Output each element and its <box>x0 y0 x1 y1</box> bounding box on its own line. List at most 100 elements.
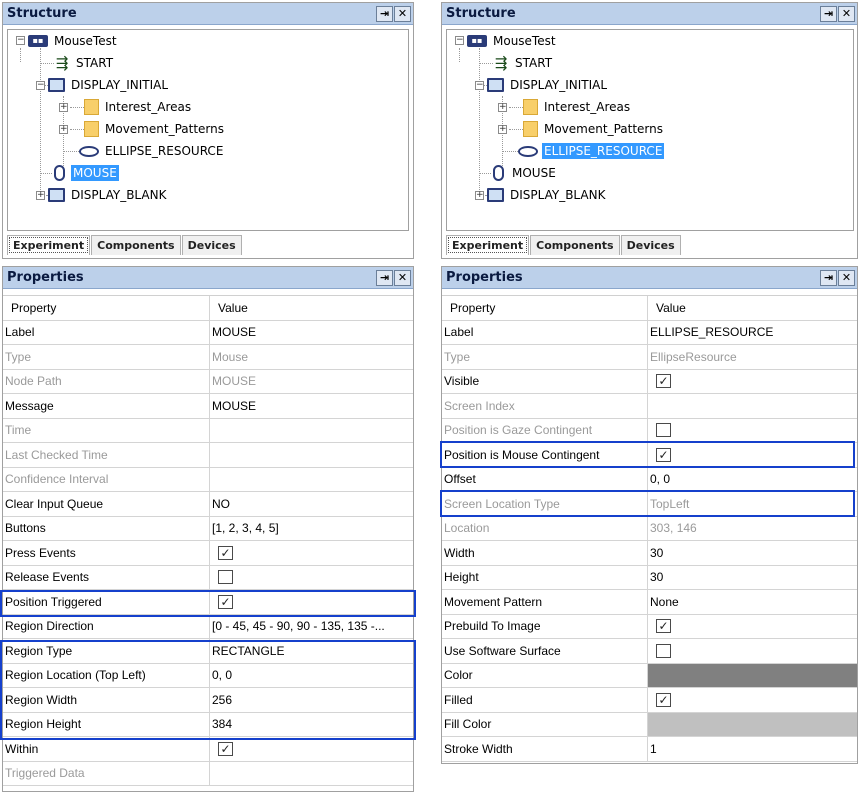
tree-node-display-initial[interactable]: DISPLAY_INITIAL <box>487 75 609 95</box>
property-row-type[interactable]: Type Mouse <box>3 345 413 370</box>
property-value[interactable]: 30 <box>648 566 857 590</box>
close-icon[interactable]: ✕ <box>394 5 411 22</box>
collapse-toggle[interactable]: − <box>455 36 464 45</box>
property-value-color-swatch[interactable] <box>648 712 857 736</box>
property-row-prebuild-to-image[interactable]: Prebuild To Image ✓ <box>442 614 857 639</box>
property-row-region-direction[interactable]: Region Direction [0 - 45, 45 - 90, 90 - 1… <box>3 614 413 639</box>
property-value-color-swatch[interactable] <box>648 663 857 687</box>
tree-node-movement-patterns[interactable]: Movement_Patterns <box>523 119 665 139</box>
expand-toggle[interactable]: + <box>59 125 68 134</box>
property-value[interactable]: 384 <box>210 713 413 737</box>
property-row-height[interactable]: Height 30 <box>442 565 857 590</box>
property-row-width[interactable]: Width 30 <box>442 541 857 566</box>
property-row-triggered-data[interactable]: Triggered Data <box>3 761 413 786</box>
property-row-label[interactable]: Label ELLIPSE_RESOURCE <box>442 320 857 345</box>
property-value[interactable] <box>210 468 413 492</box>
property-row-message[interactable]: Message MOUSE <box>3 394 413 419</box>
tree-node-display-blank[interactable]: DISPLAY_BLANK <box>487 185 607 205</box>
property-value[interactable]: ELLIPSE_RESOURCE <box>648 321 857 345</box>
property-value[interactable]: 0, 0 <box>648 468 857 492</box>
property-value[interactable] <box>210 443 413 467</box>
property-value[interactable]: [0 - 45, 45 - 90, 90 - 135, 135 -... <box>210 615 413 639</box>
tree-node-mousetest[interactable]: ▪▪ MouseTest <box>28 31 119 51</box>
checkbox-checked-icon[interactable]: ✓ <box>656 619 671 634</box>
pin-icon[interactable]: ⇥ <box>820 269 837 286</box>
property-value-checkbox[interactable]: ✓ <box>648 615 857 639</box>
property-value[interactable] <box>210 762 413 786</box>
property-row-node-path[interactable]: Node Path MOUSE <box>3 369 413 394</box>
property-row-filled[interactable]: Filled ✓ <box>442 688 857 713</box>
tree-node-mousetest[interactable]: ▪▪ MouseTest <box>467 31 558 51</box>
property-row-release-events[interactable]: Release Events <box>3 565 413 590</box>
tab-experiment[interactable]: Experiment <box>7 235 91 255</box>
checkbox-checked-icon[interactable]: ✓ <box>218 594 233 609</box>
checkbox-unchecked-icon[interactable] <box>656 643 671 658</box>
property-value[interactable]: 0, 0 <box>210 664 413 688</box>
property-value[interactable]: MOUSE <box>210 394 413 418</box>
checkbox-checked-icon[interactable]: ✓ <box>218 545 233 560</box>
property-row-location[interactable]: Location 303, 146 <box>442 516 857 541</box>
checkbox-checked-icon[interactable]: ✓ <box>218 741 233 756</box>
tree-node-movement-patterns[interactable]: Movement_Patterns <box>84 119 226 139</box>
property-row-color[interactable]: Color <box>442 663 857 688</box>
property-value-checkbox[interactable] <box>210 566 413 590</box>
property-value[interactable]: 30 <box>648 541 857 565</box>
close-icon[interactable]: ✕ <box>394 269 411 286</box>
property-row-position-is-mouse-contingent[interactable]: Position is Mouse Contingent ✓ <box>442 443 857 468</box>
property-row-region-location-top-left[interactable]: Region Location (Top Left) 0, 0 <box>3 663 413 688</box>
property-value[interactable] <box>648 394 857 418</box>
tree-node-interest-areas[interactable]: Interest_Areas <box>523 97 632 117</box>
property-value-checkbox[interactable]: ✓ <box>210 590 413 614</box>
checkbox-checked-icon[interactable]: ✓ <box>656 692 671 707</box>
expand-toggle[interactable]: + <box>498 125 507 134</box>
property-value[interactable]: None <box>648 590 857 614</box>
expand-toggle[interactable]: + <box>59 103 68 112</box>
property-value-checkbox[interactable]: ✓ <box>210 541 413 565</box>
color-swatch[interactable] <box>648 663 857 687</box>
property-value-checkbox[interactable]: ✓ <box>648 370 857 394</box>
tab-components[interactable]: Components <box>530 235 620 255</box>
close-icon[interactable]: ✕ <box>838 5 855 22</box>
property-row-time[interactable]: Time <box>3 418 413 443</box>
property-row-within[interactable]: Within ✓ <box>3 737 413 762</box>
checkbox-checked-icon[interactable]: ✓ <box>656 447 671 462</box>
tab-devices[interactable]: Devices <box>181 235 242 255</box>
property-value-checkbox[interactable]: ✓ <box>648 443 857 467</box>
collapse-toggle[interactable]: − <box>475 81 484 90</box>
expand-toggle[interactable]: + <box>36 191 45 200</box>
tab-devices[interactable]: Devices <box>620 235 681 255</box>
pin-icon[interactable]: ⇥ <box>820 5 837 22</box>
property-row-screen-index[interactable]: Screen Index <box>442 394 857 419</box>
tab-components[interactable]: Components <box>91 235 181 255</box>
tree-node-start[interactable]: ⇶ START <box>54 53 115 73</box>
property-row-position-is-gaze-contingent[interactable]: Position is Gaze Contingent <box>442 418 857 443</box>
property-value[interactable]: TopLeft <box>648 492 857 516</box>
expand-toggle[interactable]: + <box>498 103 507 112</box>
property-value-checkbox[interactable] <box>648 419 857 443</box>
tree-node-interest-areas[interactable]: Interest_Areas <box>84 97 193 117</box>
property-row-buttons[interactable]: Buttons [1, 2, 3, 4, 5] <box>3 516 413 541</box>
property-value[interactable]: EllipseResource <box>648 345 857 369</box>
property-row-screen-location-type[interactable]: Screen Location Type TopLeft <box>442 492 857 517</box>
property-row-visible[interactable]: Visible ✓ <box>442 369 857 394</box>
tree-node-ellipse-resource[interactable]: ELLIPSE_RESOURCE <box>518 141 665 161</box>
property-row-press-events[interactable]: Press Events ✓ <box>3 541 413 566</box>
property-value-checkbox[interactable] <box>648 639 857 663</box>
pin-icon[interactable]: ⇥ <box>376 5 393 22</box>
property-row-clear-input-queue[interactable]: Clear Input Queue NO <box>3 492 413 517</box>
property-row-confidence-interval[interactable]: Confidence Interval <box>3 467 413 492</box>
property-row-offset[interactable]: Offset 0, 0 <box>442 467 857 492</box>
property-row-fill-color[interactable]: Fill Color <box>442 712 857 737</box>
property-value-checkbox[interactable]: ✓ <box>648 688 857 712</box>
property-value[interactable]: Mouse <box>210 345 413 369</box>
tree-node-mouse[interactable]: MOUSE <box>52 163 119 183</box>
tree-node-mouse[interactable]: MOUSE <box>491 163 558 183</box>
close-icon[interactable]: ✕ <box>838 269 855 286</box>
collapse-toggle[interactable]: − <box>16 36 25 45</box>
property-value[interactable]: MOUSE <box>210 370 413 394</box>
property-row-region-height[interactable]: Region Height 384 <box>3 712 413 737</box>
tree-node-display-blank[interactable]: DISPLAY_BLANK <box>48 185 168 205</box>
property-row-stroke-width[interactable]: Stroke Width 1 <box>442 737 857 762</box>
checkbox-checked-icon[interactable]: ✓ <box>656 374 671 389</box>
pin-icon[interactable]: ⇥ <box>376 269 393 286</box>
